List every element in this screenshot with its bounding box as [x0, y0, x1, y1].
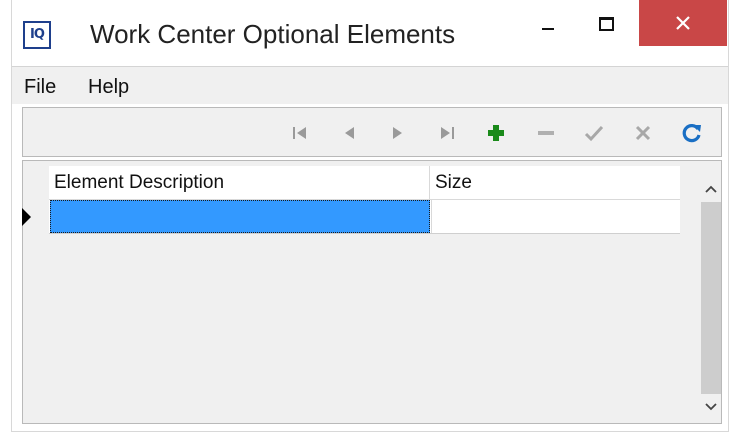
last-record-icon — [441, 127, 454, 139]
maximize-button[interactable] — [582, 0, 628, 46]
column-header-size[interactable]: Size — [430, 166, 680, 199]
close-button[interactable] — [639, 0, 727, 46]
column-header-element-description[interactable]: Element Description — [49, 166, 430, 199]
refresh-button[interactable] — [679, 120, 705, 146]
prior-record-button[interactable] — [336, 120, 362, 146]
table-row[interactable] — [49, 200, 680, 234]
scroll-down-button[interactable] — [701, 396, 721, 418]
current-row-indicator-icon — [22, 208, 31, 226]
window-title: Work Center Optional Elements — [90, 19, 456, 49]
element-description-cell[interactable] — [50, 200, 430, 233]
vertical-scrollbar[interactable] — [701, 170, 721, 420]
first-record-button[interactable] — [287, 120, 313, 146]
chevron-down-icon — [705, 403, 717, 411]
grid-panel: Element Description Size — [22, 160, 722, 424]
title-bar[interactable]: IQ Work Center Optional Elements — [12, 0, 728, 66]
close-icon — [676, 16, 690, 30]
scroll-up-button[interactable] — [701, 178, 721, 200]
minimize-button[interactable] — [526, 0, 572, 46]
grid-header: Element Description Size — [49, 166, 680, 200]
first-record-icon — [293, 127, 306, 139]
chevron-up-icon — [705, 185, 717, 193]
menu-file[interactable]: File — [24, 76, 56, 99]
add-record-button[interactable] — [483, 120, 509, 146]
next-record-button[interactable] — [385, 120, 411, 146]
size-cell[interactable] — [431, 200, 680, 233]
menu-help[interactable]: Help — [88, 76, 129, 99]
cancel-edit-button[interactable] — [630, 120, 656, 146]
add-record-icon — [488, 125, 504, 141]
navigator-toolbar — [22, 107, 722, 157]
next-record-icon — [393, 127, 402, 139]
prior-record-icon — [345, 127, 354, 139]
delete-record-button[interactable] — [533, 120, 559, 146]
menu-bar: File Help — [12, 66, 728, 104]
work-center-optional-elements-window: IQ Work Center Optional Elements File He… — [11, 0, 729, 432]
refresh-icon — [682, 124, 701, 143]
scrollbar-thumb[interactable] — [701, 202, 721, 394]
cancel-edit-icon — [635, 125, 651, 141]
delete-record-icon — [538, 131, 554, 135]
post-edit-button[interactable] — [581, 120, 607, 146]
last-record-button[interactable] — [434, 120, 460, 146]
post-edit-icon — [584, 125, 604, 142]
app-icon: IQ — [23, 21, 51, 49]
